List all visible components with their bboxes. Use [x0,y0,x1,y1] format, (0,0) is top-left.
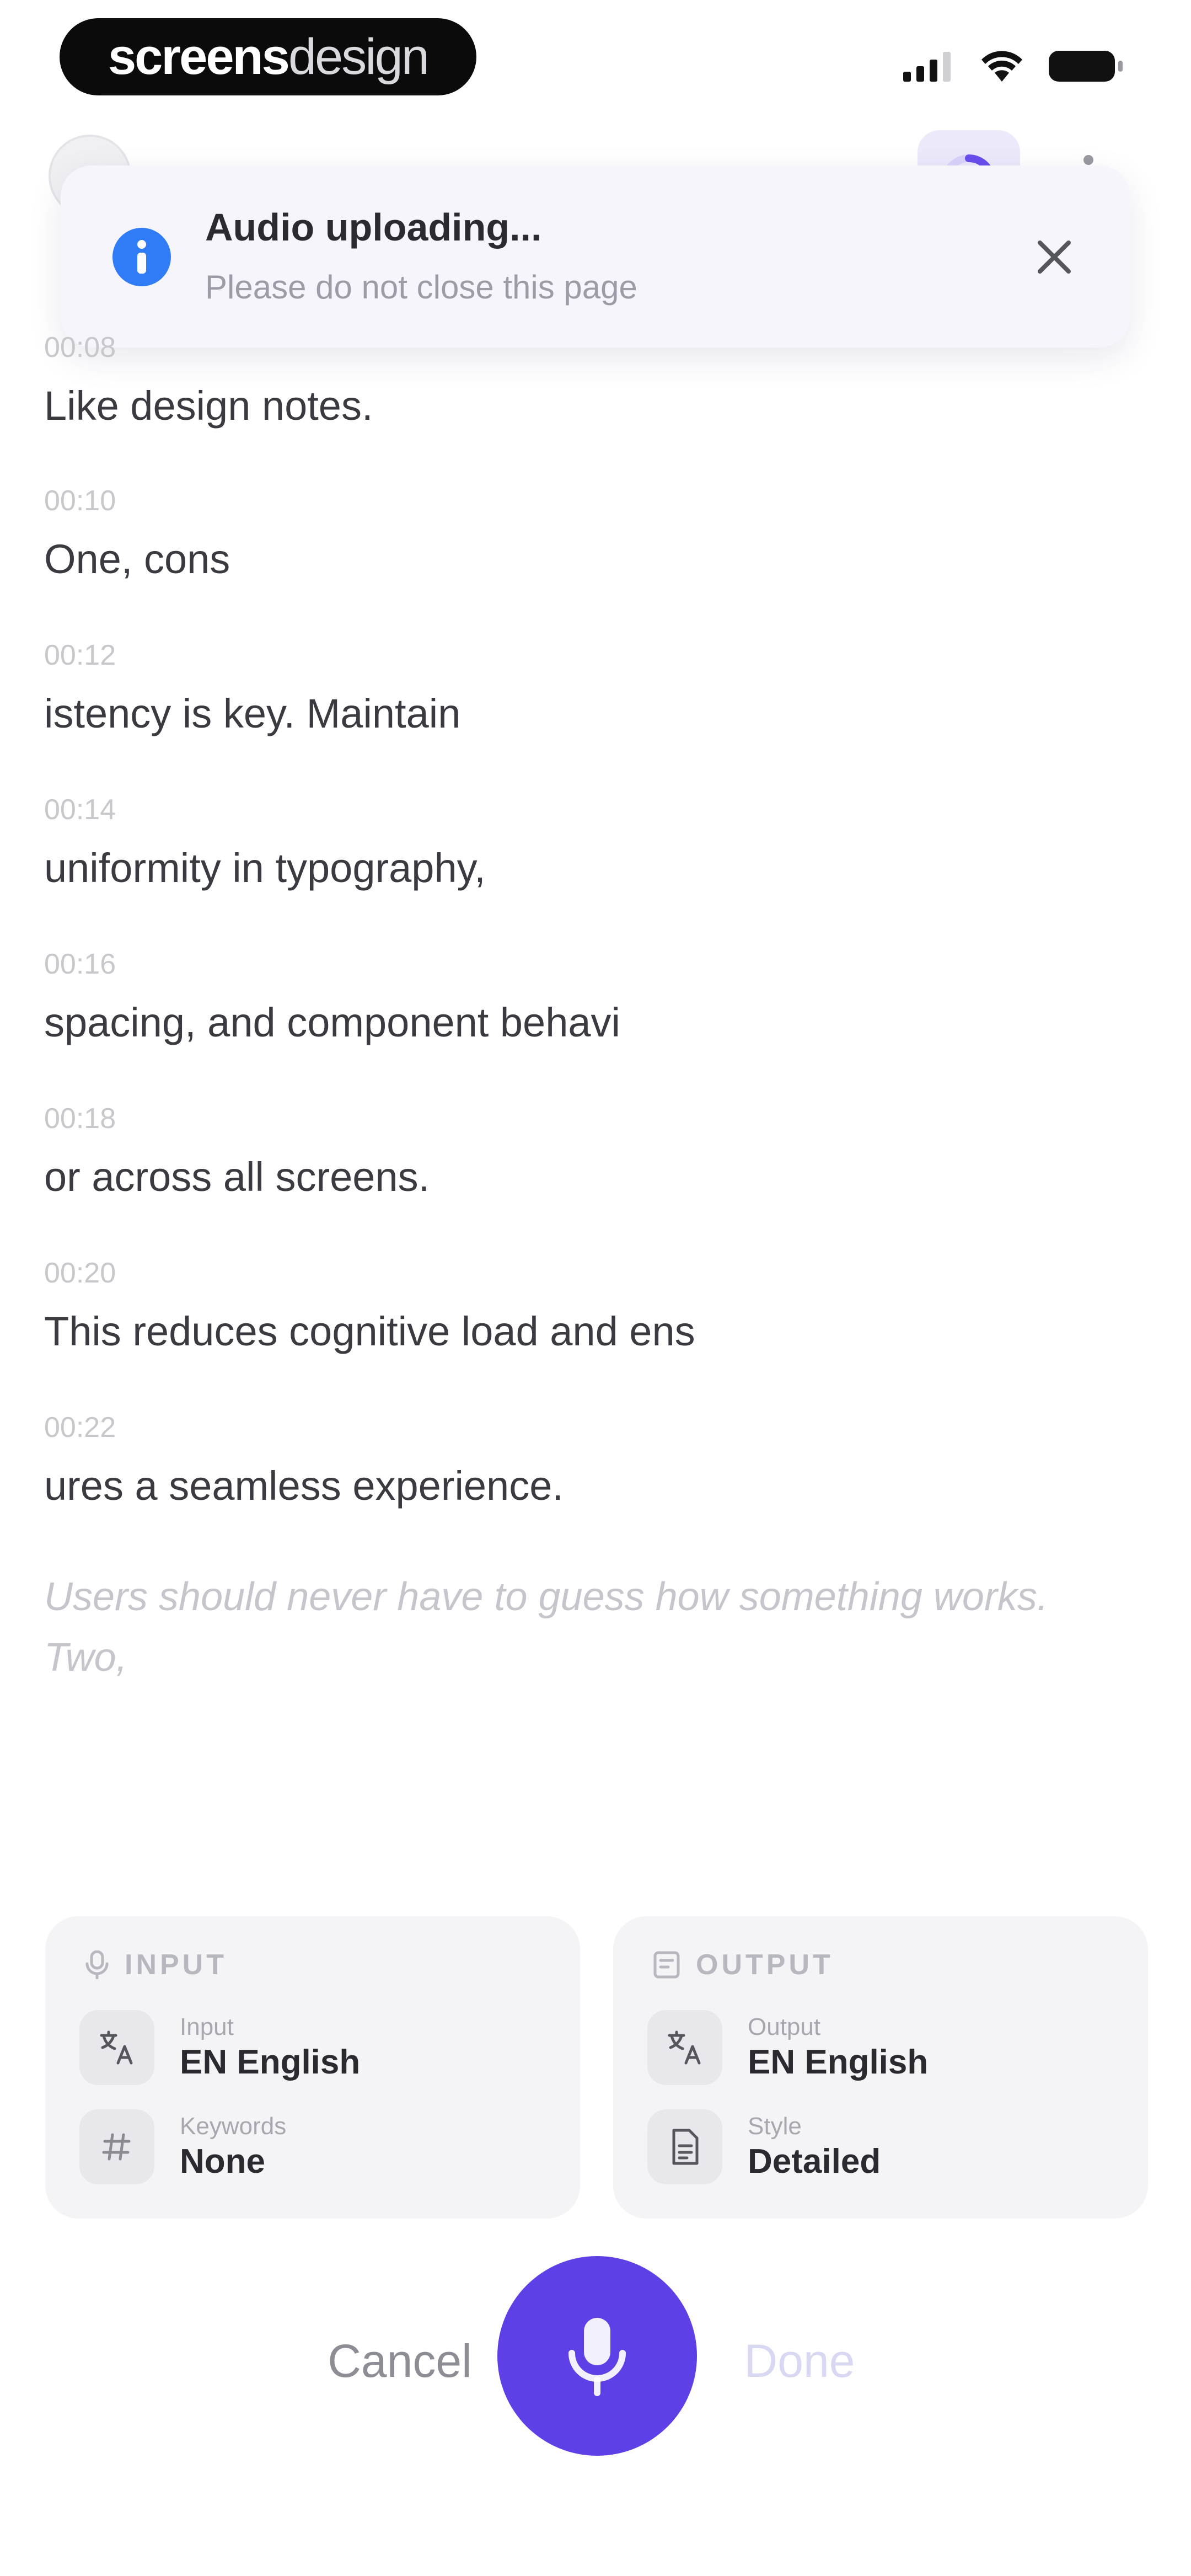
timestamp: 00:18 [44,1103,116,1135]
timestamp: 00:22 [44,1412,116,1444]
style-option[interactable]: Style Detailed [647,2109,881,2184]
output-settings-card: OUTPUT Output EN English Style Detailed [613,1916,1148,2219]
wifi-icon [981,51,1022,82]
option-value: EN English [180,2043,361,2081]
battery-icon [1049,51,1123,82]
status-icons [903,49,1125,84]
hash-icon [79,2109,154,2184]
output-card-header: OUTPUT [653,1948,834,1981]
transcript-text: Like design notes. [44,383,373,429]
option-text: Output EN English [748,2012,928,2083]
option-value: EN English [748,2043,929,2081]
keywords-option[interactable]: Keywords None [79,2109,286,2184]
cancel-button[interactable]: Cancel [309,2331,491,2391]
brand-watermark: screens design [60,18,476,95]
input-language-option[interactable]: Input EN English [79,2010,360,2085]
transcript-line: 00:08 Like design notes. [44,331,1125,429]
transcript-line: 00:22 ures a seamless experience. [44,1411,1125,1509]
toast-title: Audio uploading... [205,206,542,249]
option-text: Input EN English [180,2012,360,2083]
option-text: Style Detailed [748,2112,881,2182]
transcript-line: 00:12 istency is key. Maintain [44,639,1125,737]
translate-icon [79,2010,154,2085]
live-transcript-text: Users should never have to guess how som… [44,1575,1048,1680]
transcript-text: This reduces cognitive load and ens [44,1308,695,1354]
timestamp: 00:14 [44,794,116,826]
transcript-line: 00:16 spacing, and component behavi [44,948,1125,1046]
timestamp: 00:20 [44,1257,116,1289]
upload-toast: Audio uploading... Please do not close t… [61,165,1130,348]
option-label: Output [748,2013,821,2040]
done-button[interactable]: Done [717,2331,882,2391]
transcript-text: istency is key. Maintain [44,691,461,736]
transcript-text: uniformity in typography, [44,845,486,891]
timestamp: 00:10 [44,485,116,517]
timestamp: 00:12 [44,639,116,671]
option-value: Detailed [748,2142,881,2180]
output-language-option[interactable]: Output EN English [647,2010,928,2085]
transcript-line: 00:18 or across all screens. [44,1102,1125,1200]
option-label: Keywords [180,2113,287,2140]
input-card-title: INPUT [125,1949,227,1981]
input-card-header: INPUT [85,1948,227,1981]
toast-subtitle: Please do not close this page [205,269,637,306]
brand-bold: screens [108,29,290,85]
option-text: Keywords None [180,2112,286,2182]
signal-icon [903,52,951,82]
transcript-text: One, cons [44,536,230,582]
option-label: Style [748,2113,802,2140]
transcript-text: ures a seamless experience. [44,1463,564,1509]
output-doc-icon [653,1951,680,1979]
option-value: None [180,2142,265,2180]
output-card-title: OUTPUT [696,1949,834,1981]
info-icon [112,228,171,286]
timestamp: 00:08 [44,332,116,364]
microphone-icon [568,2318,626,2396]
transcript-line: 00:14 uniformity in typography, [44,793,1125,891]
translate-icon [647,2010,722,2085]
transcript-line: 00:20 This reduces cognitive load and en… [44,1257,1125,1355]
brand-light: design [288,29,430,85]
document-icon [647,2109,722,2184]
option-label: Input [180,2013,234,2040]
microphone-small-icon [85,1950,109,1979]
record-button[interactable] [497,2256,697,2456]
transcript-line: 00:10 One, cons [44,484,1125,582]
recording-screen: screens design Audio uploading... Please… [0,0,1191,2576]
timestamp: 00:16 [44,948,116,980]
close-icon[interactable] [1031,234,1077,280]
transcript-text: spacing, and component behavi [44,1000,620,1045]
transcript-text: or across all screens. [44,1154,430,1200]
input-settings-card: INPUT Input EN English Keywords None [45,1916,580,2219]
